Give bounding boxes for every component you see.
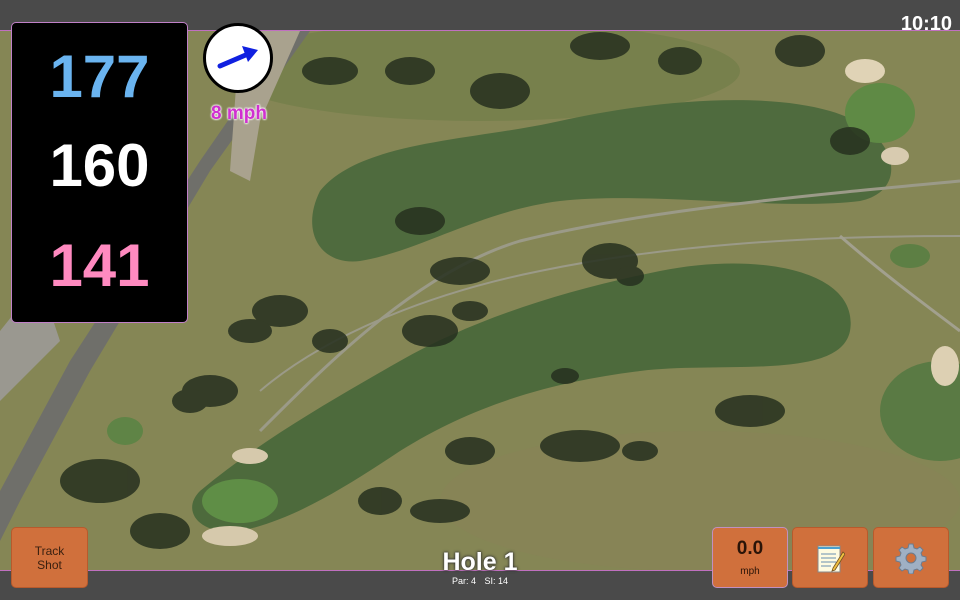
gear-icon	[895, 543, 927, 574]
hole-title: Hole 1	[442, 548, 518, 576]
track-shot-label-line1: Track	[34, 543, 65, 558]
speed-button[interactable]: 0.0 mph	[712, 527, 788, 588]
si-label: SI: 14	[484, 576, 509, 586]
back-distance: 177	[49, 43, 150, 110]
middle-distance: 160	[49, 132, 150, 199]
track-shot-button[interactable]: Track Shot	[11, 527, 88, 588]
wind-indicator	[203, 23, 273, 93]
notes-button[interactable]	[792, 527, 868, 588]
track-shot-label-line2: Shot	[37, 557, 62, 572]
notepad-icon	[817, 545, 845, 572]
speed-unit: mph	[740, 565, 760, 577]
settings-button[interactable]	[873, 527, 949, 588]
arrow-icon	[217, 46, 258, 69]
hole-meta: Par: 4 SI: 14	[400, 577, 560, 586]
distance-panel: 177 160 141	[11, 22, 188, 323]
speed-value: 0.0	[736, 537, 764, 559]
wind-speed: 8 mph	[211, 103, 267, 124]
hole-info: Hole 1 Par: 4 SI: 14	[400, 550, 560, 586]
front-distance: 141	[49, 232, 150, 299]
par-label: Par: 4	[451, 576, 476, 586]
